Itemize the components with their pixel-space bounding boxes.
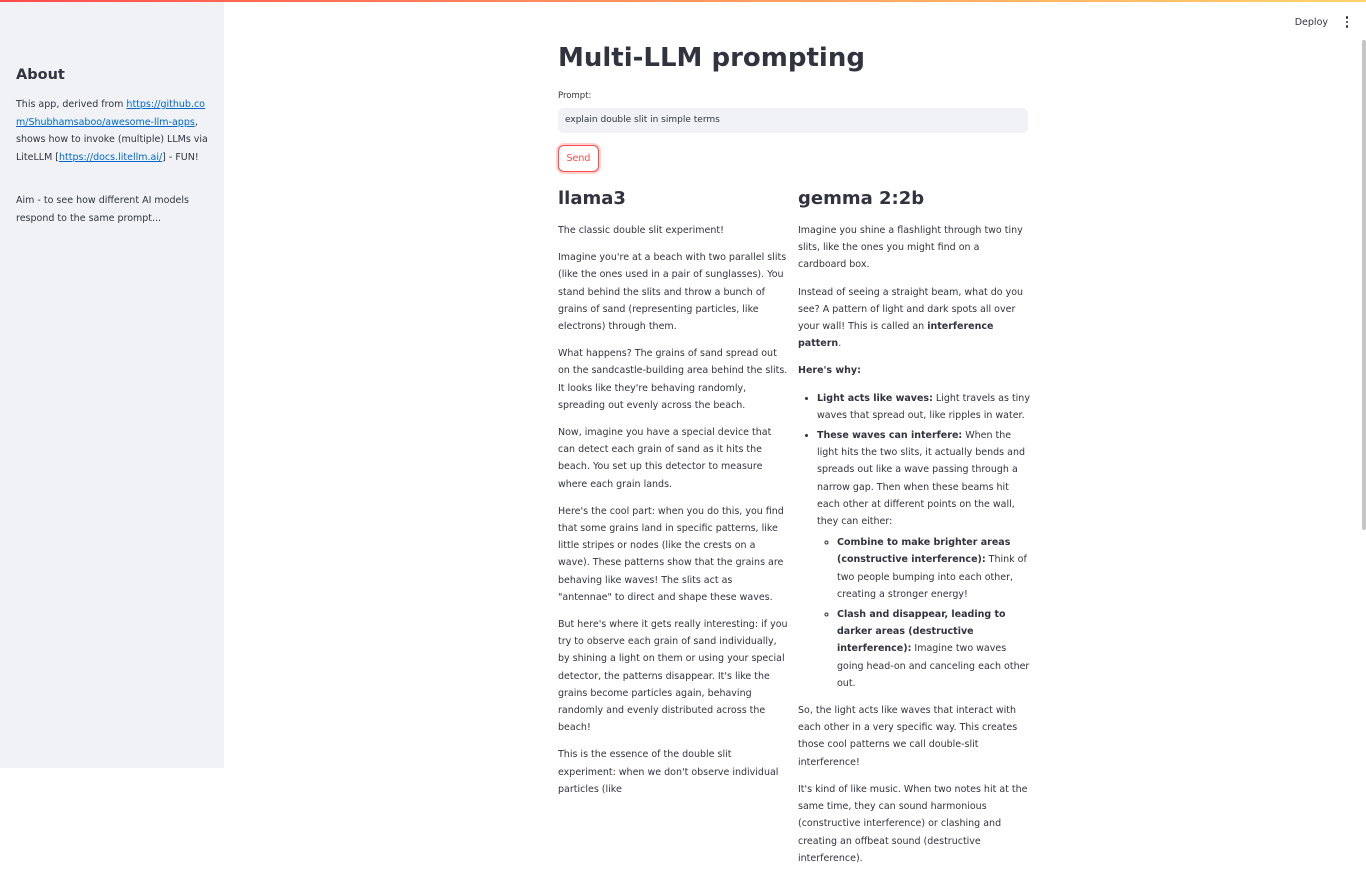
list-item: These waves can interfere: When the ligh…	[817, 427, 1030, 692]
llama3-column: llama3 The classic double slit experimen…	[558, 186, 788, 808]
send-button[interactable]: Send	[558, 145, 599, 172]
gemma-paragraph: It's kind of like music. When two notes …	[798, 783, 1028, 864]
llama3-paragraph: Imagine you're at a beach with two paral…	[558, 252, 787, 333]
sidebar-aim-text: Aim - to see how different AI models res…	[16, 195, 189, 224]
gemma-paragraph: Here's why:	[798, 365, 861, 377]
top-decoration-bar	[0, 0, 1366, 2]
sidebar-title: About	[16, 67, 65, 83]
scrollbar[interactable]	[1362, 40, 1366, 530]
kebab-menu-icon[interactable]	[1342, 14, 1352, 30]
list-item: Light acts like waves: Light travels as …	[817, 390, 1030, 424]
page-title: Multi-LLM prompting	[558, 43, 865, 73]
llama3-paragraph: But here's where it gets really interest…	[558, 619, 788, 734]
llama3-paragraph: Now, imagine you have a special device t…	[558, 427, 772, 490]
llama3-paragraph: This is the essence of the double slit e…	[558, 749, 779, 795]
gemma-sublist: Combine to make brighter areas (construc…	[817, 534, 1030, 692]
deploy-button[interactable]: Deploy	[1295, 17, 1328, 28]
llama3-heading: llama3	[558, 188, 626, 209]
prompt-input[interactable]	[558, 108, 1028, 133]
llama3-paragraph: The classic double slit experiment!	[558, 225, 724, 236]
list-item: Combine to make brighter areas (construc…	[837, 534, 1030, 603]
gemma-heading: gemma 2:2b	[798, 188, 925, 209]
gemma-paragraph: Imagine you shine a flashlight through t…	[798, 225, 1023, 271]
prompt-label: Prompt:	[558, 91, 592, 101]
sidebar-about-text: This app, derived from https://github.co…	[16, 99, 208, 163]
sidebar: About This app, derived from https://git…	[0, 0, 224, 768]
gemma-column: gemma 2:2b Imagine you shine a flashligh…	[798, 186, 1030, 877]
llama3-paragraph: What happens? The grains of sand spread …	[558, 348, 788, 411]
header-actions: Deploy	[1295, 14, 1352, 30]
llama3-paragraph: Here's the cool part: when you do this, …	[558, 505, 784, 603]
litellm-docs-link[interactable]: https://docs.litellm.ai/	[59, 152, 162, 163]
gemma-list: Light acts like waves: Light travels as …	[798, 390, 1030, 692]
gemma-paragraph: So, the light acts like waves that inter…	[798, 705, 1018, 768]
gemma-paragraph: Instead of seeing a straight beam, what …	[798, 286, 1024, 350]
list-item: Clash and disappear, leading to darker a…	[837, 606, 1030, 692]
